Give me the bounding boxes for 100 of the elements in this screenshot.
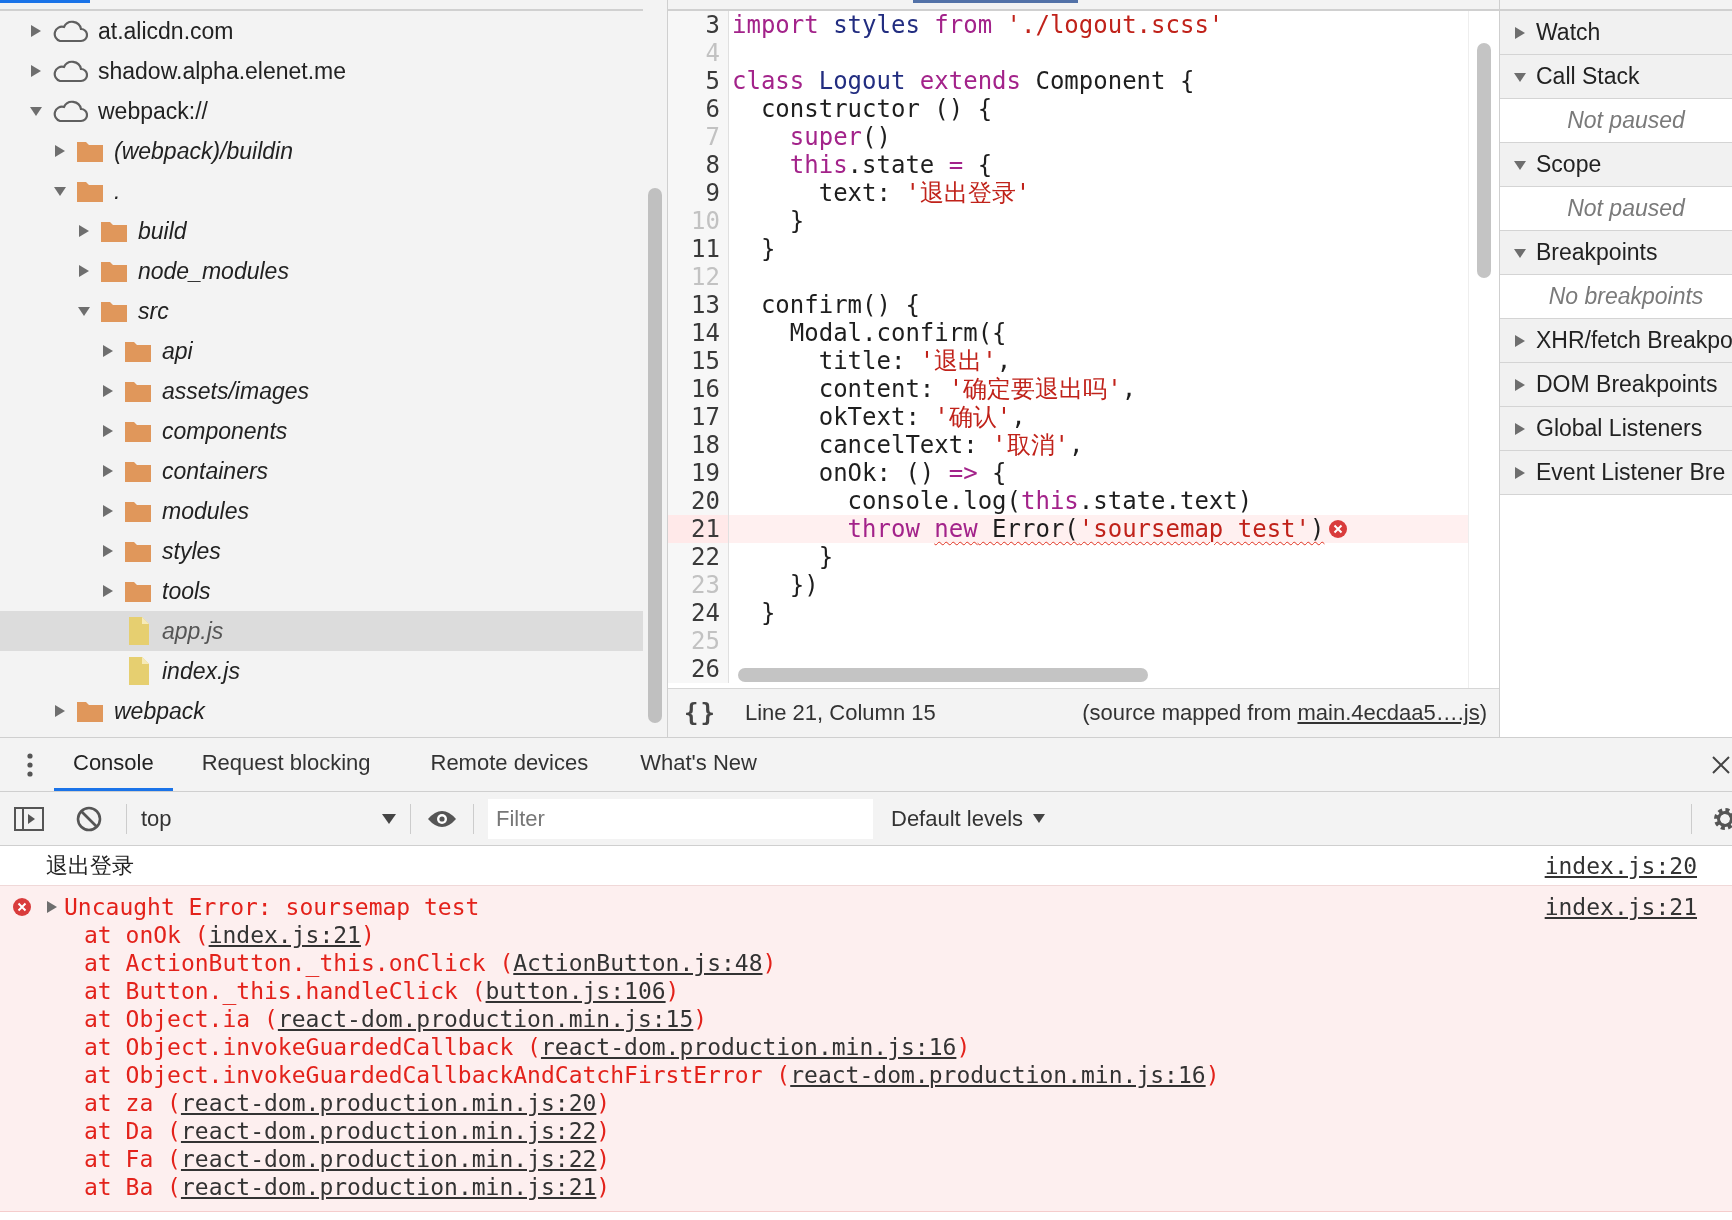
tree-item[interactable]: styles xyxy=(0,531,643,571)
tree-item[interactable]: build xyxy=(0,211,643,251)
section-header[interactable]: Breakpoints xyxy=(1500,231,1732,275)
source-link[interactable]: index.js:20 xyxy=(1544,852,1697,879)
source-link[interactable]: react-dom.production.min.js:16 xyxy=(790,1062,1206,1088)
expand-arrow-icon[interactable] xyxy=(102,425,114,437)
collapse-arrow-icon[interactable] xyxy=(54,185,66,197)
section-header[interactable]: XHR/fetch Breakpo xyxy=(1500,319,1732,363)
collapse-arrow-icon[interactable] xyxy=(1514,70,1526,83)
line-number: 6 xyxy=(668,95,729,123)
section-header[interactable]: Call Stack xyxy=(1500,55,1732,99)
line-number: 9 xyxy=(668,179,729,207)
tree-item[interactable]: containers xyxy=(0,451,643,491)
source-link[interactable]: react-dom.production.min.js:20 xyxy=(180,1090,597,1116)
source-link[interactable]: react-dom.production.min.js:15 xyxy=(277,1006,694,1032)
collapse-arrow-icon[interactable] xyxy=(30,105,42,117)
code-line: } xyxy=(759,599,776,627)
selected-tree-row[interactable]: app.js xyxy=(0,611,643,651)
line-number: 19 xyxy=(668,459,729,487)
tree-item[interactable]: tools xyxy=(0,571,643,611)
tree-item[interactable]: shadow.alpha.elenet.me xyxy=(0,51,643,91)
source-link[interactable]: react-dom.production.min.js:22 xyxy=(180,1118,597,1144)
scrollbar-thumb[interactable] xyxy=(1477,43,1491,278)
sidebar-toggle-icon[interactable] xyxy=(14,806,44,831)
collapse-arrow-icon[interactable] xyxy=(78,305,90,317)
expand-arrow-icon[interactable] xyxy=(78,225,90,237)
source-link[interactable]: index.js:21 xyxy=(1544,893,1697,921)
source-link[interactable]: react-dom.production.min.js:22 xyxy=(180,1146,597,1172)
eye-icon[interactable] xyxy=(427,808,457,829)
close-icon[interactable] xyxy=(1712,755,1730,774)
expand-arrow-icon[interactable] xyxy=(102,585,114,597)
cloud-icon xyxy=(52,98,88,124)
collapse-arrow-icon[interactable] xyxy=(1514,158,1526,171)
folder-icon xyxy=(76,179,104,203)
expand-arrow-icon[interactable] xyxy=(102,345,114,357)
expand-arrow-icon[interactable] xyxy=(54,705,66,717)
code-line: confirm() { xyxy=(759,291,920,319)
tree-item[interactable]: (webpack)/buildin xyxy=(0,131,643,171)
collapse-arrow-icon[interactable] xyxy=(1514,246,1526,259)
tree-item[interactable]: node_modules xyxy=(0,251,643,291)
folder-icon xyxy=(124,419,152,443)
folder-icon xyxy=(124,459,152,483)
expand-arrow-icon[interactable] xyxy=(1514,378,1526,391)
expand-arrow-icon[interactable] xyxy=(102,545,114,557)
stack-frame: at Fa (react-dom.production.min.js:22) xyxy=(46,1145,1220,1173)
tree-item[interactable]: webpack xyxy=(0,691,643,731)
drawer-tab[interactable]: Request blocking xyxy=(182,738,390,791)
expand-arrow-icon[interactable] xyxy=(54,145,66,157)
source-link[interactable]: button.js:106 xyxy=(485,978,666,1004)
expand-arrow-icon[interactable] xyxy=(1514,26,1526,39)
expand-arrow-icon[interactable] xyxy=(78,265,90,277)
tree-item[interactable]: webpack:// xyxy=(0,91,643,131)
code-line: title: '退出', xyxy=(817,346,1012,377)
tree-item[interactable]: modules xyxy=(0,491,643,531)
settings-icon[interactable] xyxy=(1712,805,1732,832)
source-link[interactable]: main.4ecdaa5….js xyxy=(1297,700,1480,725)
source-link[interactable]: index.js:21 xyxy=(208,922,361,948)
scrollbar-thumb[interactable] xyxy=(738,668,1148,682)
expand-arrow-icon[interactable] xyxy=(1514,422,1526,435)
more-menu-icon[interactable] xyxy=(26,751,34,778)
pretty-print-button[interactable]: {} xyxy=(684,699,717,727)
section-header[interactable]: Event Listener Bre xyxy=(1500,451,1732,495)
scrollbar-thumb[interactable] xyxy=(648,188,662,723)
code-line: } xyxy=(788,207,805,235)
section-header[interactable]: Global Listeners xyxy=(1500,407,1732,451)
folder-icon xyxy=(124,339,152,363)
expand-arrow-icon[interactable] xyxy=(46,901,58,913)
empty-state-text: Not paused xyxy=(1567,195,1685,222)
expand-arrow-icon[interactable] xyxy=(102,505,114,517)
tree-item[interactable]: src xyxy=(0,291,643,331)
tree-item[interactable]: index.js xyxy=(0,651,643,691)
source-link[interactable]: react-dom.production.min.js:16 xyxy=(540,1034,957,1060)
section-header[interactable]: Scope xyxy=(1500,143,1732,187)
levels-dropdown[interactable]: Default levels xyxy=(891,805,1046,832)
expand-arrow-icon[interactable] xyxy=(30,25,42,37)
folder-icon xyxy=(124,539,152,563)
drawer-tab[interactable]: Remote devices xyxy=(411,738,608,791)
section-header[interactable]: Watch xyxy=(1500,11,1732,55)
code-line: content: '确定要退出吗', xyxy=(817,374,1137,405)
expand-arrow-icon[interactable] xyxy=(30,65,42,77)
source-link[interactable]: react-dom.production.min.js:21 xyxy=(180,1174,597,1200)
source-link[interactable]: ActionButton.js:48 xyxy=(513,950,763,976)
tree-item[interactable]: components xyxy=(0,411,643,451)
code-line: text: '退出登录' xyxy=(817,178,1031,209)
clear-console-icon[interactable] xyxy=(76,805,102,832)
code-line: throw new Error('soursemap test') xyxy=(846,515,1325,543)
filter-field[interactable]: Filter xyxy=(488,798,873,839)
section-header[interactable]: DOM Breakpoints xyxy=(1500,363,1732,407)
drawer-tab[interactable]: What's New xyxy=(621,738,776,791)
expand-arrow-icon[interactable] xyxy=(1514,466,1526,479)
line-number: 20 xyxy=(668,487,729,515)
dropdown-caret-icon xyxy=(382,813,396,824)
context-dropdown[interactable]: top xyxy=(137,805,400,832)
expand-arrow-icon[interactable] xyxy=(102,385,114,397)
tree-item[interactable]: assets/images xyxy=(0,371,643,411)
expand-arrow-icon[interactable] xyxy=(1514,334,1526,347)
tree-item[interactable]: at.alicdn.com xyxy=(0,11,643,51)
expand-arrow-icon[interactable] xyxy=(102,465,114,477)
tree-item[interactable]: api xyxy=(0,331,643,371)
tree-item[interactable]: . xyxy=(0,171,643,211)
